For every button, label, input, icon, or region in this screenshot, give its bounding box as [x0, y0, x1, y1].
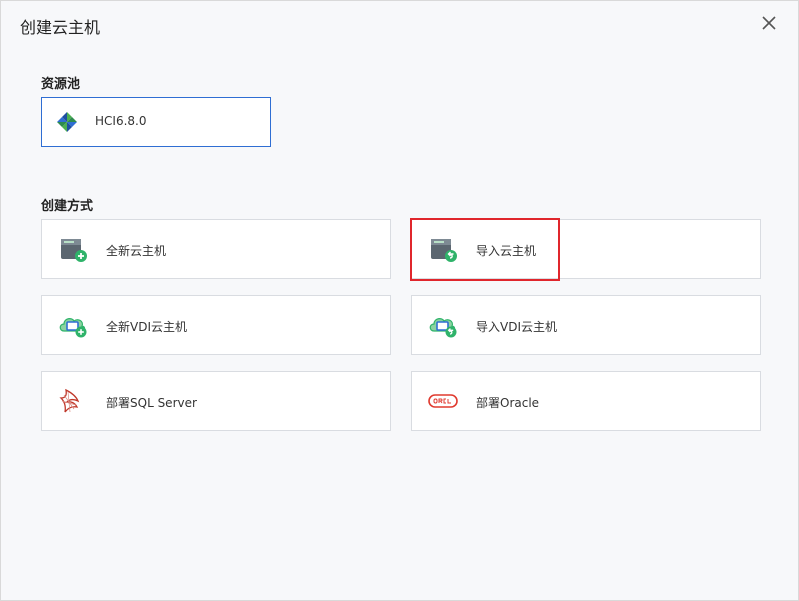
resource-pool-label: HCI6.8.0 [95, 114, 147, 128]
oracle-option[interactable]: 部署Oracle [411, 371, 761, 431]
create-method-title: 创建方式 [41, 199, 94, 214]
new-vdi-option[interactable]: 全新VDI云主机 [41, 295, 391, 355]
close-button[interactable] [759, 13, 779, 33]
sql-server-option[interactable]: 部署SQL Server [41, 371, 391, 431]
new-vdi-icon [59, 318, 87, 338]
import-vm-icon [431, 239, 457, 262]
hci-logo-icon [57, 112, 77, 132]
sql-server-label: 部署SQL Server [106, 396, 197, 410]
new-vdi-label: 全新VDI云主机 [106, 320, 187, 334]
new-vm-label: 全新云主机 [106, 244, 167, 258]
import-vdi-icon [429, 318, 457, 338]
sql-server-icon [59, 388, 80, 413]
import-vdi-label: 导入VDI云主机 [476, 320, 557, 334]
import-vm-label: 导入云主机 [476, 244, 537, 258]
close-icon [762, 16, 776, 30]
new-vm-option[interactable]: 全新云主机 [41, 219, 391, 279]
resource-pool-card[interactable]: HCI6.8.0 [41, 97, 271, 147]
dialog-title: 创建云主机 [20, 18, 101, 37]
resource-pool-title: 资源池 [41, 77, 81, 92]
oracle-icon [428, 394, 458, 408]
create-vm-dialog: 创建云主机 资源池 HCI6.8.0 创建方式 全新云主机 导入云主机 全新VD… [0, 0, 799, 601]
import-vdi-option[interactable]: 导入VDI云主机 [411, 295, 761, 355]
import-vm-option[interactable]: 导入云主机 [411, 219, 761, 279]
oracle-label: 部署Oracle [476, 396, 540, 410]
new-vm-icon [61, 239, 87, 262]
